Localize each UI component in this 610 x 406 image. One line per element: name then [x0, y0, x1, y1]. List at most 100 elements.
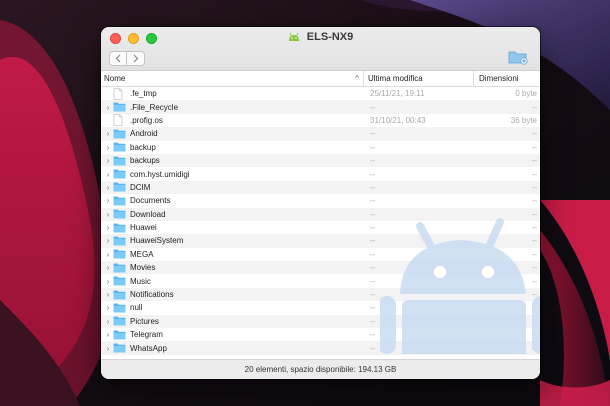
file-size: --	[531, 249, 537, 259]
disclosure-triangle-icon[interactable]: ›	[101, 344, 113, 353]
disclosure-triangle-icon[interactable]: ›	[101, 330, 113, 339]
file-size: --	[531, 263, 537, 273]
disclosure-triangle-icon[interactable]: ›	[101, 277, 113, 286]
disclosure-triangle-icon[interactable]: ›	[101, 223, 113, 232]
file-name: Documents	[130, 196, 171, 206]
file-name-cell: › Telegram	[101, 329, 364, 340]
file-row[interactable]: › MEGA -- --	[101, 248, 540, 261]
file-name: MEGA	[130, 249, 154, 259]
folder-icon	[113, 169, 127, 180]
disclosure-triangle-icon[interactable]: ›	[101, 196, 113, 205]
file-row[interactable]: › Download -- --	[101, 207, 540, 221]
file-modified: --	[370, 102, 376, 112]
folder-icon	[113, 155, 127, 166]
file-size: --	[531, 290, 537, 300]
file-modified: 25/11/21, 19:11	[370, 89, 425, 99]
disclosure-triangle-icon[interactable]: ›	[101, 303, 113, 312]
disclosure-triangle-icon[interactable]: ›	[101, 129, 113, 138]
disclosure-triangle-icon[interactable]: ›	[101, 263, 113, 272]
column-header: Nome ^ Ultima modifica Dimensioni	[101, 71, 540, 87]
disclosure-triangle-icon[interactable]: ›	[101, 183, 113, 192]
file-row[interactable]: › Documents -- --	[101, 194, 540, 207]
file-name: HuaweiSystem	[130, 236, 184, 246]
file-row[interactable]: › Movies -- --	[101, 261, 540, 275]
file-row[interactable]: › WhatsApp -- --	[101, 341, 540, 355]
sort-ascending-icon: ^	[355, 74, 359, 83]
file-row[interactable]: › null -- --	[101, 301, 540, 314]
file-name-cell: › backups	[101, 155, 364, 166]
file-name: Movies	[130, 263, 156, 273]
folder-icon	[113, 276, 127, 287]
file-name-cell: › Download	[101, 209, 364, 220]
file-row[interactable]: › backups -- --	[101, 153, 540, 168]
disclosure-triangle-icon[interactable]: ›	[101, 210, 113, 219]
column-size-label: Dimensioni	[479, 74, 519, 83]
file-name-cell: › .File_Recycle	[101, 102, 364, 113]
file-modified: --	[370, 236, 376, 246]
folder-icon	[113, 329, 127, 340]
file-modified: --	[370, 209, 376, 219]
column-size[interactable]: Dimensioni	[474, 71, 540, 86]
file-name: Download	[130, 209, 166, 219]
disclosure-triangle-icon[interactable]: ›	[101, 250, 113, 259]
folder-icon	[113, 302, 127, 313]
file-name-cell: › Music	[101, 276, 364, 287]
file-name-cell: › Notifications	[101, 289, 364, 300]
file-modified: --	[370, 290, 376, 300]
file-size: --	[531, 102, 537, 112]
forward-button[interactable]	[127, 51, 145, 66]
folder-icon	[113, 222, 127, 233]
column-modified[interactable]: Ultima modifica	[364, 71, 474, 86]
file-modified: --	[370, 276, 376, 286]
file-row[interactable]: › Pictures -- --	[101, 314, 540, 329]
file-row[interactable]: › Huawei -- --	[101, 221, 540, 234]
file-row[interactable]: › backup -- --	[101, 141, 540, 154]
file-modified: --	[370, 142, 376, 152]
file-size: --	[531, 142, 537, 152]
file-row[interactable]: › Android -- --	[101, 127, 540, 141]
column-name[interactable]: Nome ^	[101, 71, 364, 86]
file-name: .fe_tmp	[130, 89, 157, 99]
file-row[interactable]: .fe_tmp 25/11/21, 19:11 0 byte	[101, 87, 540, 100]
disclosure-triangle-icon[interactable]: ›	[101, 317, 113, 326]
file-name-cell: › Documents	[101, 195, 364, 206]
file-name-cell: › Android	[101, 128, 364, 139]
file-name-cell: › Pictures	[101, 316, 364, 327]
file-modified: --	[370, 223, 376, 233]
folder-icon	[113, 209, 127, 220]
file-name: .File_Recycle	[130, 102, 179, 112]
file-row[interactable]: › com.hyst.umidigi -- --	[101, 167, 540, 180]
file-row[interactable]: .profig.os 31/10/21, 00:43 36 byte	[101, 114, 540, 127]
chevron-left-icon	[115, 54, 121, 63]
new-folder-button[interactable]	[508, 49, 528, 70]
status-bar: 20 elementi, spazio disponibile: 194.13 …	[101, 359, 540, 379]
file-row[interactable]: › DCIM -- --	[101, 180, 540, 195]
file-name-cell: .fe_tmp	[101, 87, 364, 100]
disclosure-triangle-icon[interactable]: ›	[101, 236, 113, 245]
file-row[interactable]: › .File_Recycle -- --	[101, 100, 540, 114]
file-size: --	[531, 223, 537, 233]
new-folder-icon	[508, 51, 528, 65]
disclosure-triangle-icon[interactable]: ›	[101, 170, 113, 179]
file-row[interactable]: › HuaweiSystem -- --	[101, 234, 540, 248]
file-modified: --	[370, 303, 376, 313]
file-row[interactable]: › Notifications -- --	[101, 287, 540, 302]
document-icon	[113, 114, 127, 127]
file-row[interactable]: › Telegram -- --	[101, 328, 540, 341]
file-size: 36 byte	[510, 115, 537, 125]
file-name-cell: › DCIM	[101, 182, 364, 193]
file-row[interactable]: › Music -- --	[101, 274, 540, 287]
disclosure-triangle-icon[interactable]: ›	[101, 290, 113, 299]
disclosure-triangle-icon[interactable]: ›	[101, 103, 113, 112]
disclosure-triangle-icon[interactable]: ›	[101, 143, 113, 152]
disclosure-triangle-icon[interactable]: ›	[101, 156, 113, 165]
folder-icon	[113, 235, 127, 246]
file-modified: --	[370, 182, 376, 192]
titlebar: ELS-NX9	[101, 27, 540, 71]
chevron-right-icon	[133, 54, 138, 63]
file-name: Notifications	[130, 290, 174, 300]
file-size: --	[531, 196, 537, 206]
file-size: --	[531, 156, 537, 166]
file-modified: 31/10/21, 00:43	[370, 115, 426, 125]
back-button[interactable]	[109, 51, 127, 66]
